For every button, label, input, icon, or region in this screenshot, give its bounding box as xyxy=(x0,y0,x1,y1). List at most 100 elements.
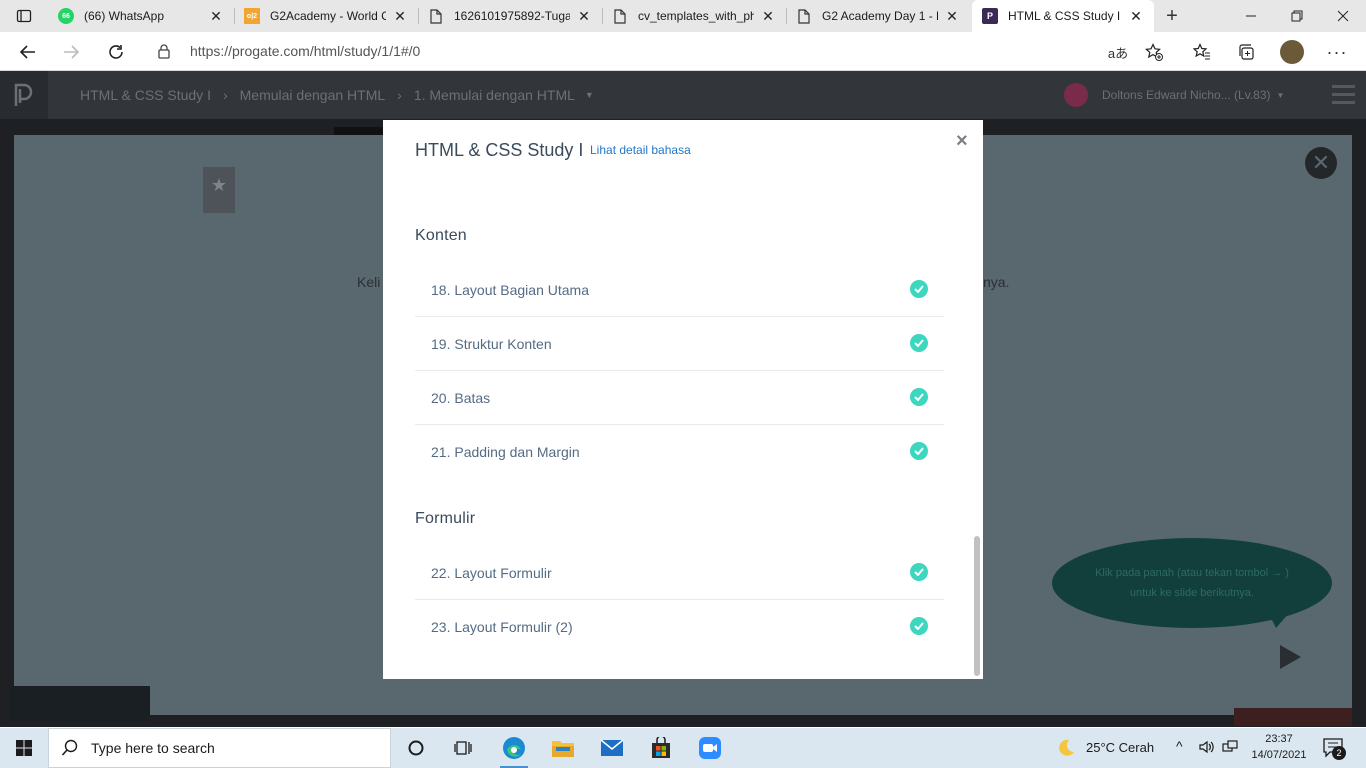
close-tab-icon[interactable]: ✕ xyxy=(576,8,592,25)
tab-actions-icon xyxy=(16,9,32,23)
lesson-item[interactable]: 19. Struktur Konten xyxy=(415,317,944,371)
zoom-icon xyxy=(699,737,721,759)
close-modal-button[interactable]: × xyxy=(956,130,968,153)
minimize-icon xyxy=(1246,15,1256,17)
language-detail-link[interactable]: Lihat detail bahasa xyxy=(590,143,691,157)
settings-menu-button[interactable]: ··· xyxy=(1322,37,1352,67)
close-slide-icon[interactable]: ✕ xyxy=(1305,147,1337,179)
close-tab-icon[interactable]: ✕ xyxy=(944,8,960,25)
windows-logo-icon xyxy=(16,740,32,756)
check-circle-icon xyxy=(910,563,928,581)
taskbar-zoom[interactable] xyxy=(690,732,730,764)
new-tab-button[interactable]: + xyxy=(1160,4,1184,28)
read-aloud-button[interactable]: aあ xyxy=(1103,37,1133,67)
tab-actions-button[interactable] xyxy=(0,0,48,32)
tab-g2academy[interactable]: o|2 G2Academy - World C ✕ xyxy=(234,0,418,32)
tab-title: cv_templates_with_ph xyxy=(638,9,754,23)
favorites-button[interactable] xyxy=(1187,37,1217,67)
weather-moon-icon[interactable] xyxy=(1056,738,1076,758)
start-button[interactable] xyxy=(0,728,48,768)
notification-center-button[interactable]: 2 xyxy=(1322,736,1346,760)
lesson-label: 22. Layout Formulir xyxy=(431,564,552,581)
lesson-item[interactable]: 23. Layout Formulir (2) xyxy=(415,600,944,654)
breadcrumb-course[interactable]: HTML & CSS Study I xyxy=(80,87,211,103)
clock-date: 14/07/2021 xyxy=(1251,749,1307,761)
minimize-button[interactable] xyxy=(1228,0,1274,32)
back-button[interactable] xyxy=(12,36,44,68)
star-icon: ★ xyxy=(210,175,228,195)
notification-count-badge: 2 xyxy=(1332,746,1346,760)
system-clock[interactable]: 23:37 14/07/2021 xyxy=(1244,731,1314,763)
network-icon[interactable] xyxy=(1222,739,1238,760)
taskbar-mail[interactable] xyxy=(592,732,632,764)
user-menu[interactable]: Doltons Edward Nicho... (Lv.83) ▼ xyxy=(1064,71,1284,119)
speaker-icon[interactable] xyxy=(1198,739,1214,760)
hint-bubble-tail xyxy=(1268,612,1290,628)
avatar xyxy=(1064,83,1088,107)
taskbar-search-box[interactable]: Type here to search xyxy=(48,728,391,768)
tab-document-g2-day1[interactable]: G2 Academy Day 1 - H ✕ xyxy=(786,0,970,32)
hint-text: Klik pada panah (atau tekan tombol → ) u… xyxy=(1095,567,1289,599)
breadcrumb-lesson[interactable]: 1. Memulai dengan HTML xyxy=(414,87,575,103)
weather-text[interactable]: 25°C Cerah xyxy=(1086,740,1154,755)
close-tab-icon[interactable]: ✕ xyxy=(1128,8,1144,25)
collections-button[interactable] xyxy=(1231,37,1261,67)
course-outline-modal: HTML & CSS Study I Lihat detail bahasa ×… xyxy=(383,120,983,679)
g2academy-icon: o|2 xyxy=(244,8,260,24)
tab-title: (66) WhatsApp xyxy=(84,9,165,23)
tab-document-tugas[interactable]: 1626101975892-Tugas ✕ xyxy=(418,0,602,32)
tab-title: 1626101975892-Tugas xyxy=(454,9,570,23)
slide-text-fragment: nya. xyxy=(983,274,1010,290)
check-circle-icon xyxy=(910,617,928,635)
lesson-item[interactable]: 18. Layout Bagian Utama xyxy=(415,263,944,317)
more-icon: ··· xyxy=(1326,41,1348,62)
tab-title: G2 Academy Day 1 - H xyxy=(822,9,938,23)
lesson-item[interactable]: 20. Batas xyxy=(415,371,944,425)
refresh-icon xyxy=(109,45,123,59)
hamburger-menu-icon[interactable] xyxy=(1332,85,1355,105)
lesson-label: 21. Padding dan Margin xyxy=(431,444,580,460)
progate-logo[interactable] xyxy=(0,71,48,119)
taskbar-store[interactable] xyxy=(641,732,681,764)
avatar xyxy=(1280,40,1304,64)
browser-toolbar: https://progate.com/html/study/1/1#/0 aあ… xyxy=(0,32,1366,71)
close-tab-icon[interactable]: ✕ xyxy=(208,8,224,25)
address-bar[interactable]: https://progate.com/html/study/1/1#/0 xyxy=(146,36,1176,66)
refresh-button[interactable] xyxy=(100,36,132,68)
breadcrumb-chapter[interactable]: Memulai dengan HTML xyxy=(240,87,386,103)
lock-icon[interactable] xyxy=(156,43,172,59)
close-window-button[interactable] xyxy=(1320,0,1366,32)
progate-header: HTML & CSS Study I › Memulai dengan HTML… xyxy=(0,71,1366,119)
lesson-item[interactable]: 21. Padding dan Margin xyxy=(415,425,944,479)
tab-progate-active[interactable]: P HTML & CSS Study I | ✕ xyxy=(972,0,1154,32)
progate-icon: P xyxy=(982,8,998,24)
modal-scrollbar[interactable] xyxy=(974,536,980,676)
caret-down-icon[interactable]: ▼ xyxy=(585,90,594,100)
restore-icon xyxy=(1291,10,1303,22)
tab-document-cv[interactable]: cv_templates_with_ph ✕ xyxy=(602,0,786,32)
task-view-button[interactable] xyxy=(443,732,483,764)
chevron-up-icon[interactable]: ^ xyxy=(1176,738,1183,754)
lesson-item[interactable]: 22. Layout Formulir xyxy=(415,546,944,600)
add-favorite-button[interactable] xyxy=(1139,37,1169,67)
edge-icon xyxy=(503,737,525,759)
tab-whatsapp[interactable]: 66 (66) WhatsApp ✕ xyxy=(48,0,234,32)
bookmark-icon[interactable]: ★ xyxy=(203,167,235,213)
next-slide-arrow-icon[interactable] xyxy=(1280,645,1301,669)
hint-bubble: Klik pada panah (atau tekan tombol → ) u… xyxy=(1052,538,1332,628)
url-text[interactable]: https://progate.com/html/study/1/1#/0 xyxy=(190,43,420,59)
section-heading-formulir: Formulir xyxy=(415,510,476,527)
tab-title: G2Academy - World C xyxy=(270,9,386,23)
forward-button[interactable] xyxy=(55,36,87,68)
profile-button[interactable] xyxy=(1277,37,1307,67)
search-icon xyxy=(61,739,78,756)
close-tab-icon[interactable]: ✕ xyxy=(760,8,776,25)
taskbar-edge[interactable] xyxy=(494,732,534,768)
task-view-icon xyxy=(454,741,472,755)
slide-top-bar xyxy=(334,127,384,135)
close-tab-icon[interactable]: ✕ xyxy=(392,8,408,25)
taskbar-file-explorer[interactable] xyxy=(543,732,583,764)
search-placeholder: Type here to search xyxy=(91,740,215,756)
restore-button[interactable] xyxy=(1274,0,1320,32)
cortana-button[interactable] xyxy=(396,732,436,764)
